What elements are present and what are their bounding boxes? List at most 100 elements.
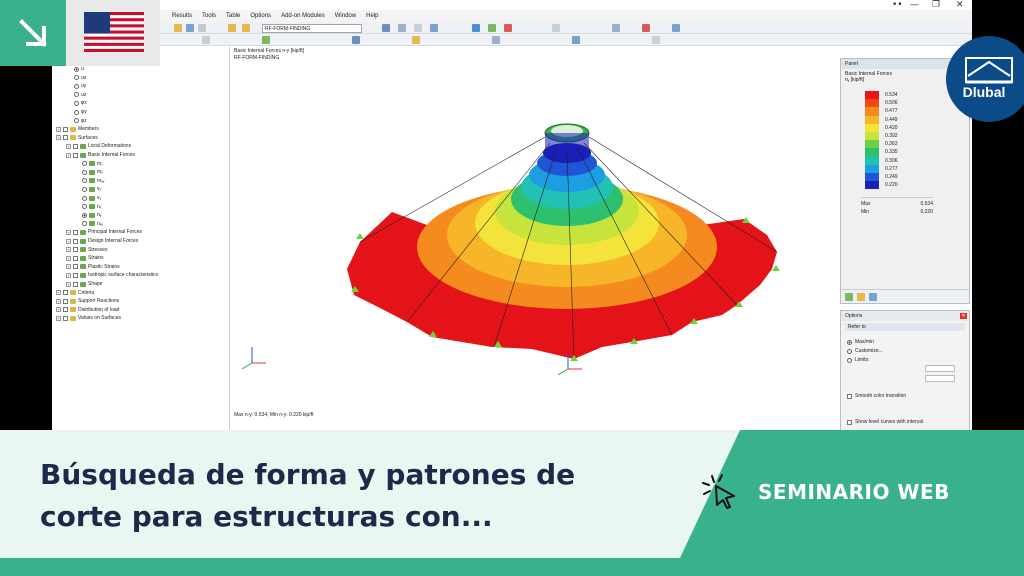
tool-icon[interactable]	[186, 24, 194, 32]
navigator-item[interactable]: + Basic Internal Forces	[66, 151, 135, 159]
navigator-item[interactable]: mₓᵧ	[82, 177, 104, 185]
expand-toggle-icon[interactable]: +	[56, 135, 61, 141]
result-radio[interactable]	[82, 178, 87, 184]
navigator-item[interactable]: nₓ	[82, 203, 101, 211]
result-radio[interactable]	[74, 75, 79, 81]
navigator-item[interactable]: + Support Reactions	[56, 297, 119, 305]
select-icon[interactable]	[472, 24, 480, 32]
result-radio[interactable]	[82, 212, 87, 218]
menu-help[interactable]: Help	[366, 13, 378, 19]
color-scale-icon[interactable]	[845, 293, 853, 301]
item-checkbox[interactable]	[73, 272, 78, 278]
option-maxmin[interactable]: Max/min	[847, 339, 874, 345]
result-radio[interactable]	[74, 109, 79, 115]
result-radio[interactable]	[74, 92, 79, 98]
item-checkbox[interactable]	[63, 290, 68, 296]
item-checkbox[interactable]	[73, 143, 78, 149]
support-icon[interactable]	[262, 36, 270, 44]
result-radio[interactable]	[82, 204, 87, 210]
result-radio[interactable]	[74, 118, 79, 124]
item-checkbox[interactable]	[63, 307, 68, 313]
result-radio[interactable]	[82, 186, 87, 192]
result-radio[interactable]	[82, 169, 87, 175]
navigator-item[interactable]: + Criteria	[56, 289, 94, 297]
expand-toggle-icon[interactable]: +	[56, 307, 61, 313]
navigator-item[interactable]: + Surfaces	[56, 134, 98, 142]
result-radio[interactable]	[74, 66, 79, 72]
item-checkbox[interactable]	[73, 229, 78, 235]
item-checkbox[interactable]	[73, 264, 78, 270]
expand-toggle-icon[interactable]: +	[56, 290, 61, 296]
results-icon[interactable]	[174, 24, 182, 32]
maximize-button[interactable]: ❐	[932, 0, 940, 10]
navigator-item[interactable]: + Values on Surfaces	[56, 314, 121, 322]
calc-icon[interactable]	[228, 24, 236, 32]
smooth-checkbox[interactable]	[847, 393, 852, 399]
item-checkbox[interactable]	[63, 315, 68, 321]
menu-window[interactable]: Window	[335, 13, 356, 19]
close-icon[interactable]: ✕	[960, 313, 967, 319]
item-checkbox[interactable]	[73, 152, 78, 158]
navigator-item[interactable]: nᵧ	[82, 211, 101, 219]
delete-icon[interactable]	[642, 24, 650, 32]
limit-min-input[interactable]	[925, 365, 955, 372]
customize-radio[interactable]	[847, 348, 852, 354]
iso-view-icon[interactable]	[352, 36, 360, 44]
navigator-item[interactable]: + Design Internal Forces	[66, 237, 138, 245]
limit-max-input[interactable]	[925, 375, 955, 382]
expand-toggle-icon[interactable]: +	[66, 264, 71, 270]
window-dots[interactable]: ••	[892, 0, 903, 10]
results-toggle-icon[interactable]	[242, 24, 250, 32]
navigator-item[interactable]: φx	[74, 99, 87, 107]
section-icon[interactable]	[492, 36, 500, 44]
option-levels[interactable]: Show level curves with interval	[847, 419, 923, 425]
menu-options[interactable]: Options	[250, 13, 271, 19]
render-icon[interactable]	[414, 24, 422, 32]
copy-icon[interactable]	[202, 36, 210, 44]
result-radio[interactable]	[82, 221, 87, 227]
expand-toggle-icon[interactable]: +	[66, 281, 71, 287]
limits-radio[interactable]	[847, 357, 852, 363]
measure-icon[interactable]	[612, 24, 620, 32]
result-radio[interactable]	[82, 161, 87, 167]
item-checkbox[interactable]	[73, 281, 78, 287]
option-limits[interactable]: Limits:	[847, 357, 869, 363]
maxmin-radio[interactable]	[847, 339, 852, 345]
item-checkbox[interactable]	[63, 298, 68, 304]
navigator-item[interactable]: + Distribution of load	[56, 306, 119, 314]
view-icon[interactable]	[382, 24, 390, 32]
node-icon[interactable]	[488, 24, 496, 32]
item-checkbox[interactable]	[63, 126, 68, 132]
expand-arrow-box[interactable]	[0, 0, 66, 66]
table-icon[interactable]	[198, 24, 206, 32]
expand-toggle-icon[interactable]: +	[66, 229, 71, 235]
navigator-item[interactable]: + Members	[56, 125, 99, 133]
navigator-item[interactable]: uz	[74, 91, 86, 99]
expand-toggle-icon[interactable]: +	[66, 255, 71, 261]
navigator-item[interactable]: + Stresses	[66, 246, 107, 254]
navigator-item[interactable]: + Principal Internal Forces	[66, 228, 142, 236]
rotate-icon[interactable]	[672, 24, 680, 32]
expand-toggle-icon[interactable]: +	[56, 298, 61, 304]
expand-toggle-icon[interactable]: +	[66, 143, 71, 149]
minimize-button[interactable]: —	[910, 0, 919, 10]
result-radio[interactable]	[74, 83, 79, 89]
module-combo[interactable]: RF-FORM-FINDING	[262, 24, 362, 33]
membrane-model[interactable]	[232, 47, 842, 432]
navigator-item[interactable]: + Local Deformations	[66, 142, 131, 150]
menu-table[interactable]: Table	[226, 13, 240, 19]
navigator-item[interactable]: + Shape	[66, 280, 102, 288]
filter-icon[interactable]	[857, 293, 865, 301]
pan-icon[interactable]	[430, 24, 438, 32]
expand-toggle-icon[interactable]: +	[56, 126, 61, 132]
load-icon[interactable]	[412, 36, 420, 44]
item-checkbox[interactable]	[73, 238, 78, 244]
expand-toggle-icon[interactable]: +	[66, 272, 71, 278]
menu-results[interactable]: Results	[172, 13, 192, 19]
result-radio[interactable]	[74, 100, 79, 106]
expand-toggle-icon[interactable]: +	[66, 238, 71, 244]
option-smooth[interactable]: Smooth color transition	[847, 393, 906, 399]
item-checkbox[interactable]	[73, 255, 78, 261]
grid-icon[interactable]	[552, 24, 560, 32]
print-icon[interactable]	[652, 36, 660, 44]
